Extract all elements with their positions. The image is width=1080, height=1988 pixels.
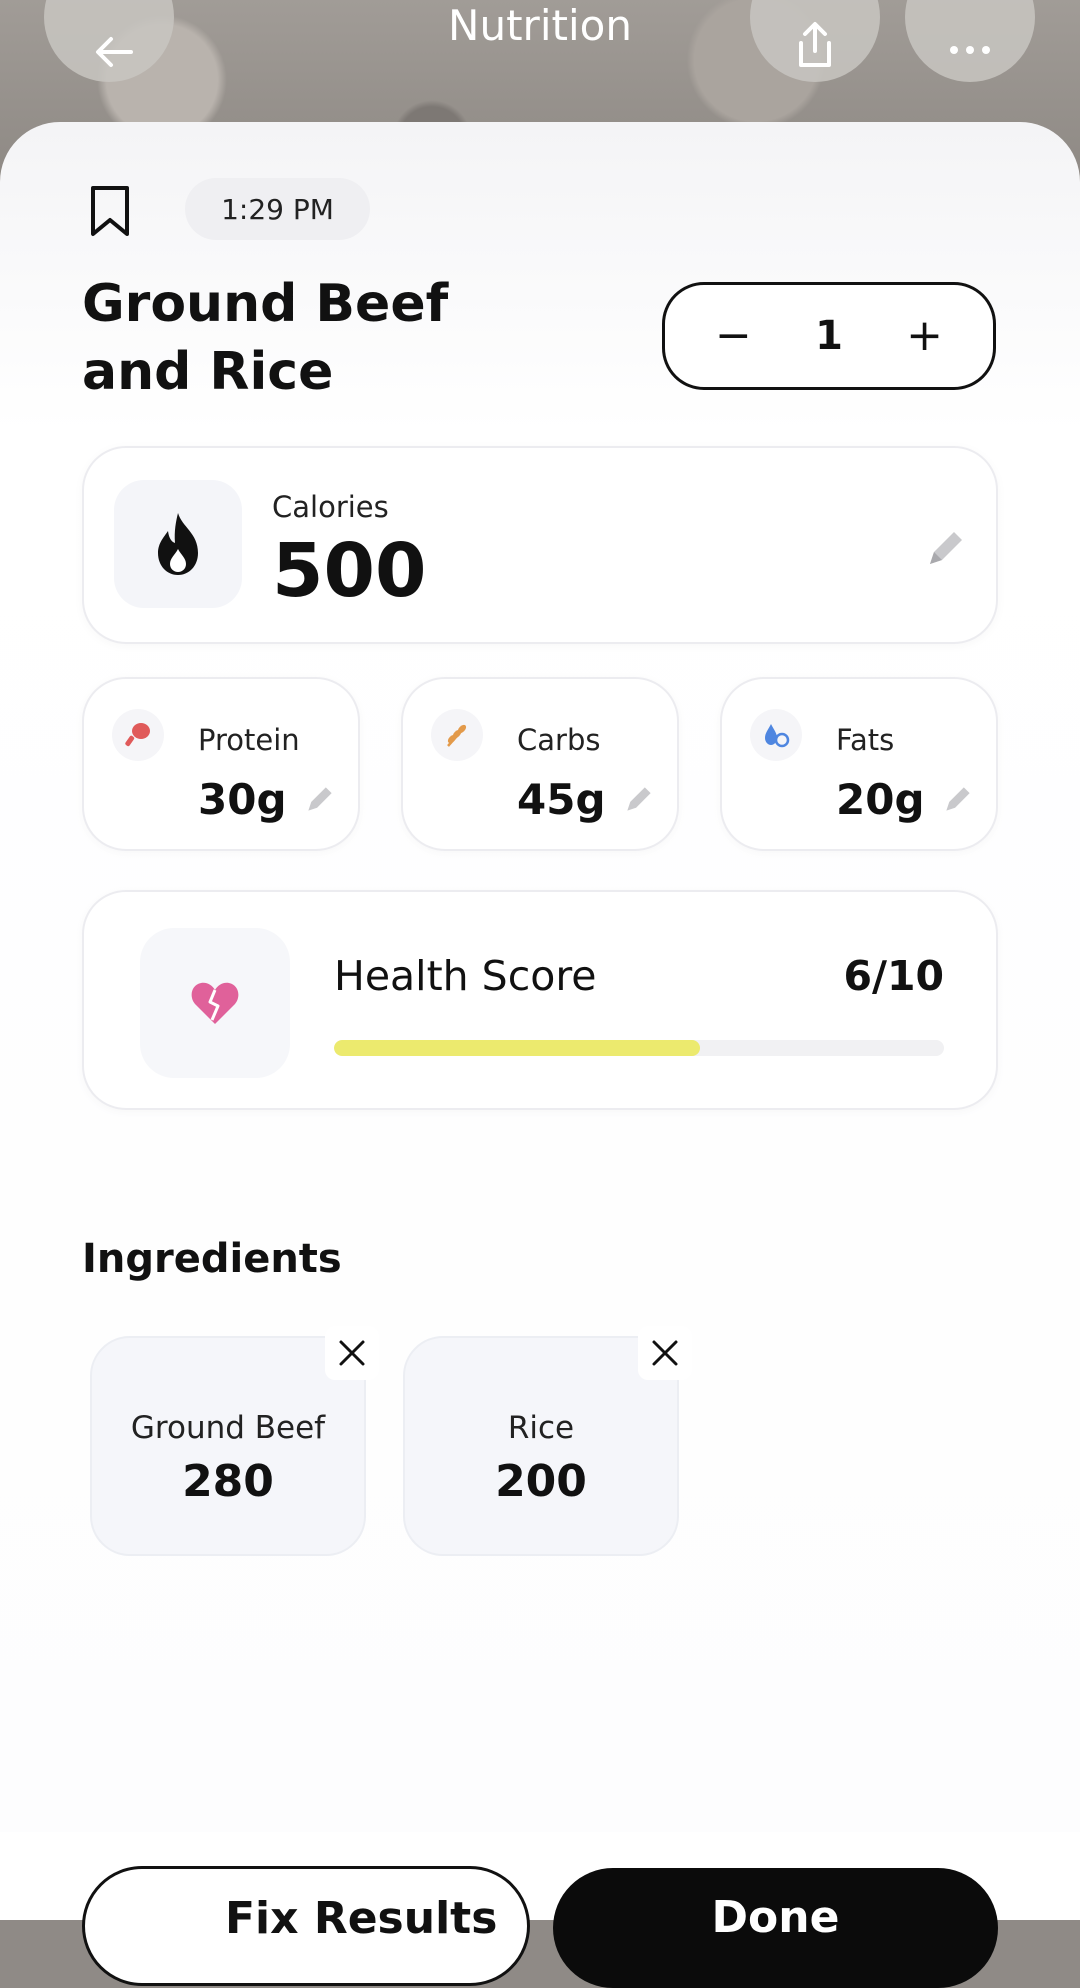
health-icon-box	[140, 928, 290, 1078]
fats-card[interactable]: Fats 20g	[720, 677, 998, 851]
health-score-fill	[334, 1040, 700, 1056]
calories-card[interactable]: Calories 500	[82, 446, 998, 644]
flame-icon	[158, 513, 198, 575]
fats-value: 20g	[836, 775, 925, 824]
remove-ingredient-button[interactable]	[638, 1326, 692, 1380]
oil-drops-icon	[750, 709, 802, 761]
more-horizontal-icon	[950, 46, 990, 54]
drumstick-icon	[112, 709, 164, 761]
ingredients-heading: Ingredients	[82, 1236, 342, 1282]
time-badge: 1:29 PM	[185, 178, 370, 240]
broken-heart-icon	[191, 982, 239, 1024]
protein-value: 30g	[198, 775, 287, 824]
decrement-button[interactable]: −	[715, 314, 752, 358]
meal-title-line1: Ground Beef	[82, 274, 449, 334]
health-score-label: Health Score	[334, 952, 597, 1000]
increment-button[interactable]: +	[906, 314, 943, 358]
wheat-icon	[431, 709, 483, 761]
close-icon	[339, 1340, 365, 1366]
ingredient-name: Rice	[507, 1410, 575, 1446]
done-button[interactable]: Done	[553, 1868, 998, 1988]
meal-title-line2: and Rice	[82, 342, 334, 402]
ingredient-name: Ground Beef	[130, 1410, 326, 1446]
share-button[interactable]	[750, 0, 880, 82]
fats-label: Fats	[836, 723, 895, 757]
health-score-value: 6/10	[843, 952, 944, 1000]
remove-ingredient-button[interactable]	[325, 1326, 379, 1380]
bookmark-icon[interactable]	[90, 185, 130, 237]
pencil-icon[interactable]	[924, 526, 968, 570]
more-button[interactable]	[905, 0, 1035, 82]
calories-label: Calories	[272, 490, 389, 524]
calories-value: 500	[272, 528, 427, 614]
pencil-icon[interactable]	[623, 783, 655, 815]
ingredient-value: 280	[182, 1456, 274, 1507]
meal-title: Ground Beef and Rice	[82, 270, 502, 406]
pencil-icon[interactable]	[304, 783, 336, 815]
carbs-value: 45g	[517, 775, 606, 824]
quantity-value: 1	[815, 313, 843, 359]
calories-icon-box	[114, 480, 242, 608]
protein-card[interactable]: Protein 30g	[82, 677, 360, 851]
carbs-label: Carbs	[517, 723, 601, 757]
fix-results-button[interactable]: Fix Results	[82, 1866, 530, 1986]
pencil-icon[interactable]	[942, 783, 974, 815]
close-icon	[652, 1340, 678, 1366]
protein-label: Protein	[198, 723, 300, 757]
top-bar: Nutrition	[0, 0, 1080, 120]
health-score-card: Health Score 6/10	[82, 890, 998, 1110]
ingredient-value: 200	[495, 1456, 587, 1507]
health-score-bar	[334, 1040, 944, 1056]
share-icon	[799, 22, 831, 67]
carbs-card[interactable]: Carbs 45g	[401, 677, 679, 851]
quantity-stepper: − 1 +	[662, 282, 996, 390]
